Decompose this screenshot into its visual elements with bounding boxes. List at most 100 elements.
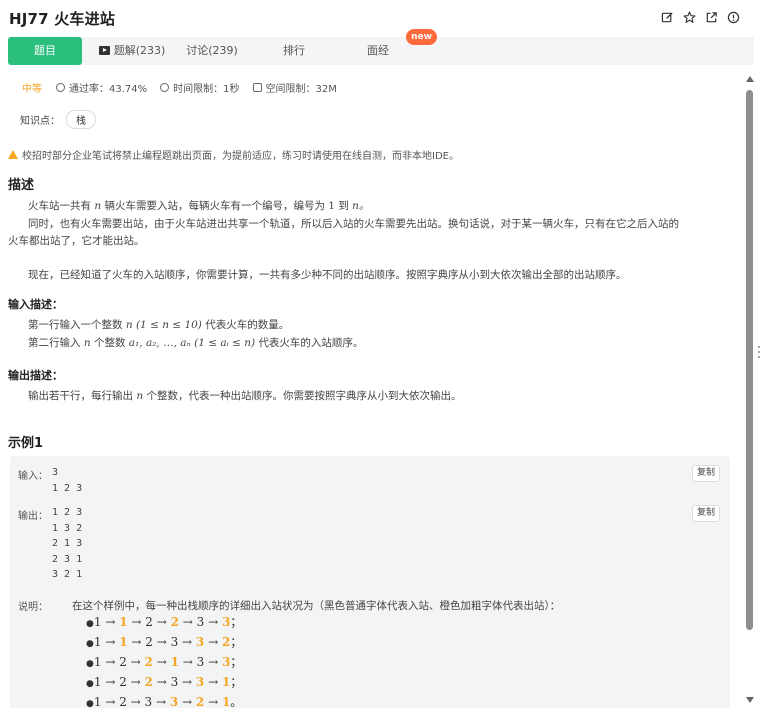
edit-icon[interactable] (661, 11, 674, 24)
arrow-icon: → (178, 615, 197, 629)
bullet-icon: ● (86, 659, 94, 669)
scroll-up-arrow-icon[interactable] (746, 76, 754, 82)
description-p2-line1: 同时，也有火车需要出站，由于火车站进出共享一个轨道，所以后入站的火车需要先出站。… (28, 218, 679, 230)
memory-icon (252, 83, 262, 92)
copy-output-button[interactable]: 复制 (692, 505, 720, 522)
arrow-icon: → (204, 675, 222, 689)
scroll-down-arrow-icon[interactable] (746, 697, 754, 703)
arrow-icon: → (101, 695, 120, 708)
step-out: 1 (119, 635, 128, 649)
problem-meta: 中等 通过率：43.74% 时间限制：1秒 空间限制：32M (22, 80, 350, 95)
step-in: 2 (145, 615, 153, 629)
input-desc-line1: 第一行输入一个整数 n (1 ≤ n ≤ 10) 代表火车的数量。 (28, 319, 290, 331)
copy-input-button[interactable]: 复制 (692, 465, 720, 482)
tab-bar: 题目 题解(233) 讨论(239) 排行 面经 (8, 37, 754, 65)
input-desc-heading: 输入描述： (8, 298, 63, 311)
warning-text: 校招时部分企业笔试将禁止编程题跳出页面，为提前适应，练习时请使用在线自测，而非本… (22, 151, 459, 162)
arrow-icon: → (152, 675, 171, 689)
example-step-row: ●1 → 1 → 2 → 3 → 3 → 2； (86, 633, 242, 653)
new-badge: new (406, 29, 437, 45)
output-desc-line: 输出若干行，每行输出 n 个整数，代表一种出站顺序。你需要按照字典序从小到大依次… (28, 390, 462, 402)
arrow-icon: → (178, 655, 197, 669)
resize-handle-icon[interactable] (758, 346, 761, 358)
input-desc-line2: 第二行输入 n 个整数 a₁, a₂, …, aₙ (1 ≤ aᵢ ≤ n) 代… (28, 337, 364, 349)
example-explain-text: 在这个样例中，每一种出栈顺序的详细出入站状况为（黑色普通字体代表入站、橙色加粗字… (72, 600, 561, 612)
clock-icon (160, 83, 170, 92)
step-out: 2 (144, 675, 153, 689)
arrow-icon: → (152, 615, 171, 629)
step-out: 3 (195, 675, 205, 689)
example-step-row: ●1 → 2 → 2 → 3 → 3 → 1； (86, 673, 242, 693)
arrow-icon: → (101, 675, 120, 689)
video-icon (98, 46, 110, 55)
arrow-icon: → (152, 655, 171, 669)
tab-problem[interactable]: 题目 (8, 37, 82, 65)
knowledge-row: 知识点： 栈 (20, 110, 96, 129)
example-output: 1 2 3 1 3 2 2 1 3 2 3 1 3 2 1 (52, 507, 83, 580)
tab-solutions[interactable]: 题解(233) (88, 37, 176, 65)
example-explain-label: 说明： (18, 602, 48, 613)
step-in: 1 (93, 615, 102, 629)
pass-rate: 通过率：43.74% (69, 84, 148, 95)
step-out: 3 (169, 695, 179, 708)
arrow-icon: → (204, 615, 222, 629)
step-end: ； (230, 615, 243, 629)
arrow-icon: → (126, 695, 145, 708)
step-in: 2 (119, 675, 127, 689)
problem-content: 中等 通过率：43.74% 时间限制：1秒 空间限制：32M 知识点： 栈 校招… (8, 68, 742, 708)
step-in: 1 (93, 635, 102, 649)
tab-discussion[interactable]: 讨论(239) (178, 37, 246, 65)
tab-interview[interactable]: 面经 (354, 37, 402, 65)
problem-header: HJ77 火车进站 (0, 0, 762, 38)
step-out: 2 (144, 655, 153, 669)
warning-icon (8, 150, 18, 159)
step-in: 1 (93, 655, 102, 669)
bullet-icon: ● (86, 679, 94, 689)
example-step-row: ●1 → 2 → 3 → 3 → 2 → 1。 (86, 693, 242, 708)
step-end: ； (230, 675, 243, 689)
knowledge-tag[interactable]: 栈 (66, 110, 96, 129)
example-heading: 示例1 (8, 436, 44, 451)
arrow-icon: → (127, 635, 146, 649)
step-out: 2 (170, 615, 179, 629)
arrow-icon: → (101, 655, 120, 669)
check-circle-icon (56, 83, 65, 92)
warning-notice: 校招时部分企业笔试将禁止编程题跳出页面，为提前适应，练习时请使用在线自测，而非本… (8, 147, 459, 162)
memory-limit: 空间限制：32M (265, 84, 337, 95)
share-icon[interactable] (705, 11, 718, 24)
step-out: 2 (195, 695, 205, 708)
description-p2-line2: 火车都出站了，它才能出站。 (8, 235, 145, 247)
arrow-icon: → (126, 655, 145, 669)
step-in: 3 (144, 695, 153, 708)
star-icon[interactable] (683, 11, 696, 24)
header-actions (661, 11, 740, 24)
scrollbar-thumb[interactable] (746, 90, 753, 630)
step-out: 3 (195, 635, 205, 649)
description-p1: 火车站一共有 n 辆火车需要入站，每辆火车有一个编号，编号为 1 到 n。 (28, 200, 370, 212)
step-end: ； (230, 635, 243, 649)
arrow-icon: → (152, 695, 170, 708)
tab-ranking[interactable]: 排行 (270, 37, 318, 65)
description-p3: 现在，已经知道了火车的入站顺序，你需要计算，一共有多少种不同的出站顺序。按照字典… (28, 269, 627, 281)
info-icon[interactable] (727, 11, 740, 24)
step-in: 2 (145, 635, 153, 649)
example-input: 3 1 2 3 (52, 467, 83, 494)
step-in: 2 (119, 655, 127, 669)
step-in: 1 (93, 695, 102, 708)
example-box: 输入： 3 1 2 3 复制 输出： 1 2 3 1 3 2 2 1 3 2 3… (10, 456, 730, 708)
output-desc-heading: 输出描述： (8, 369, 63, 382)
time-limit: 时间限制：1秒 (173, 84, 240, 95)
step-in: 1 (93, 675, 102, 689)
arrow-icon: → (178, 695, 196, 708)
arrow-icon: → (101, 615, 120, 629)
description-heading: 描述 (8, 178, 35, 193)
arrow-icon: → (178, 635, 196, 649)
knowledge-label: 知识点： (20, 116, 60, 127)
example-step-row: ●1 → 2 → 2 → 1 → 3 → 3； (86, 653, 242, 673)
problem-title: HJ77 火车进站 (9, 10, 116, 28)
arrow-icon: → (101, 635, 120, 649)
difficulty-label: 中等 (22, 84, 42, 95)
example-step-row: ●1 → 1 → 2 → 2 → 3 → 3； (86, 613, 242, 633)
bullet-icon: ● (86, 699, 94, 708)
example-output-label: 输出： (18, 511, 48, 522)
